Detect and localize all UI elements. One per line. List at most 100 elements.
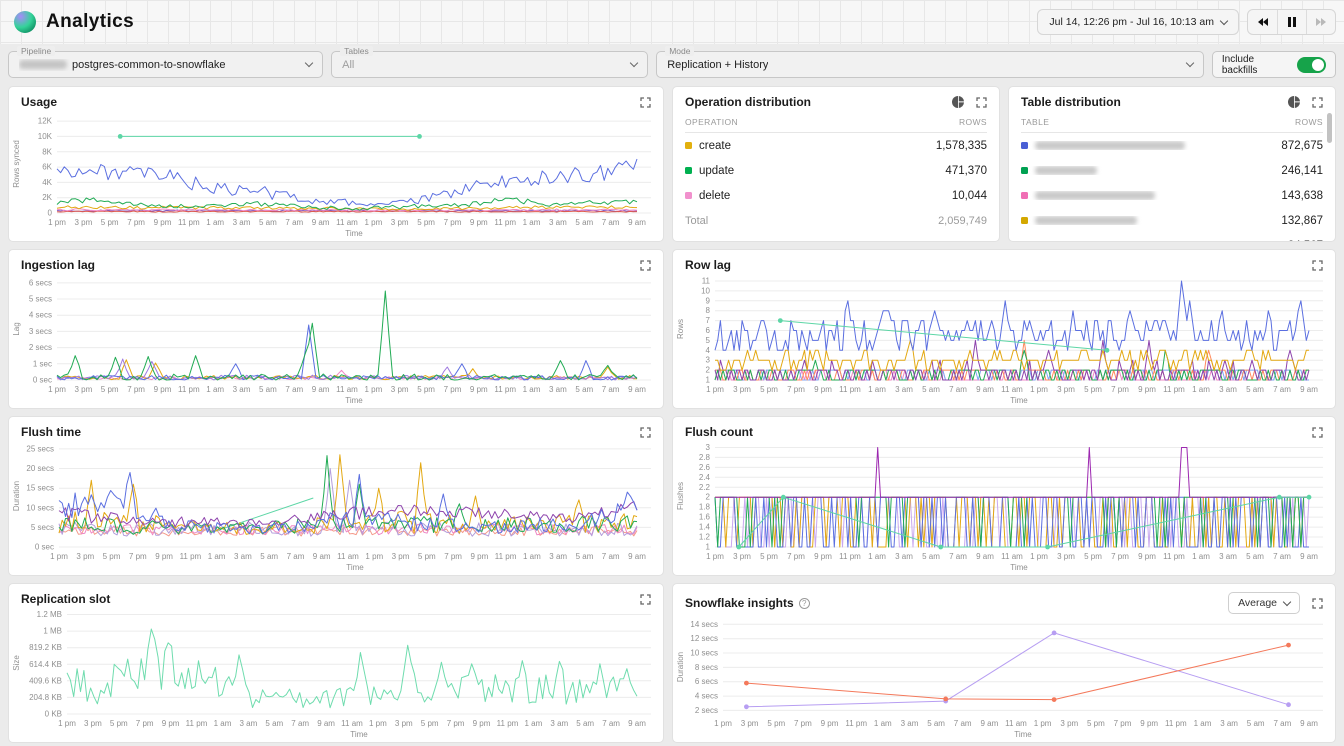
svg-text:11 pm: 11 pm xyxy=(178,218,200,227)
svg-text:1 pm: 1 pm xyxy=(365,385,383,394)
help-icon[interactable]: ? xyxy=(799,598,810,609)
svg-text:1 sec: 1 sec xyxy=(33,359,52,368)
date-range-selector[interactable]: Jul 14, 12:26 pm - Jul 16, 10:13 am xyxy=(1037,9,1239,35)
mode-label: Mode xyxy=(665,46,694,56)
rewind-button[interactable] xyxy=(1248,10,1277,34)
table-row[interactable]: delete10,044 xyxy=(685,183,987,208)
table-row[interactable]: 143,638 xyxy=(1021,183,1323,208)
svg-text:5 am: 5 am xyxy=(576,552,594,561)
pipeline-select[interactable]: Pipeline postgres-common-to-snowflake xyxy=(8,51,323,78)
svg-text:5 am: 5 am xyxy=(259,385,277,394)
svg-text:0 sec: 0 sec xyxy=(33,376,52,385)
svg-text:0: 0 xyxy=(48,209,53,218)
svg-text:1 pm: 1 pm xyxy=(1030,385,1048,394)
snowflake-insights-chart[interactable]: 2 secs4 secs6 secs8 secs10 secs12 secs14… xyxy=(675,614,1331,743)
expand-icon[interactable] xyxy=(1312,97,1323,108)
table-row[interactable]: 132,867 xyxy=(1021,208,1323,233)
svg-text:2 secs: 2 secs xyxy=(695,706,718,715)
svg-text:5 pm: 5 pm xyxy=(767,719,785,728)
flush-time-chart[interactable]: 0 sec5 secs10 secs15 secs20 secs25 secs1… xyxy=(11,439,659,576)
chart-canvas: 02K4K6K8K10K12K1 pm3 pm5 pm7 pm9 pm11 pm… xyxy=(11,109,659,239)
svg-text:Time: Time xyxy=(1010,396,1028,405)
svg-text:3 am: 3 am xyxy=(550,719,568,728)
include-backfills-toggle-box[interactable]: Include backfills xyxy=(1212,51,1336,78)
svg-text:2.8: 2.8 xyxy=(699,453,711,462)
expand-icon[interactable] xyxy=(640,427,651,438)
svg-text:7 am: 7 am xyxy=(287,552,305,561)
table-row[interactable]: update471,370 xyxy=(685,158,987,183)
usage-chart[interactable]: 02K4K6K8K10K12K1 pm3 pm5 pm7 pm9 pm11 pm… xyxy=(11,109,659,242)
table-header: OPERATIONROWS xyxy=(685,111,987,133)
svg-text:3 am: 3 am xyxy=(233,385,251,394)
svg-text:1 pm: 1 pm xyxy=(58,719,76,728)
svg-text:3 pm: 3 pm xyxy=(733,552,751,561)
svg-text:11 pm: 11 pm xyxy=(839,385,861,394)
table-row[interactable]: create1,578,335 xyxy=(685,133,987,158)
svg-text:1 am: 1 am xyxy=(523,385,541,394)
svg-text:11 pm: 11 pm xyxy=(494,218,516,227)
expand-icon[interactable] xyxy=(976,97,987,108)
svg-text:3 am: 3 am xyxy=(240,719,258,728)
svg-text:9 pm: 9 pm xyxy=(473,719,491,728)
svg-text:5 pm: 5 pm xyxy=(1084,385,1102,394)
expand-icon[interactable] xyxy=(1312,260,1323,271)
operation-distribution-table[interactable]: OPERATIONROWScreate1,578,335update471,37… xyxy=(673,109,999,241)
flush-count-chart[interactable]: 11.21.41.61.822.22.42.62.831 pm3 pm5 pm7… xyxy=(675,439,1331,576)
svg-text:11 am: 11 am xyxy=(1001,552,1023,561)
svg-text:6: 6 xyxy=(706,326,711,335)
table-distribution-table[interactable]: TABLEROWS872,675246,141143,638132,86784,… xyxy=(1009,109,1335,241)
table-row[interactable]: 872,675 xyxy=(1021,133,1323,158)
aggregation-select[interactable]: Average xyxy=(1228,592,1300,614)
table-row[interactable]: 84,567 xyxy=(1021,233,1323,241)
svg-text:11 am: 11 am xyxy=(1001,385,1023,394)
svg-text:1.8: 1.8 xyxy=(699,503,711,512)
svg-text:Lag: Lag xyxy=(12,322,21,335)
expand-icon[interactable] xyxy=(640,260,651,271)
svg-text:25 secs: 25 secs xyxy=(26,444,54,453)
mode-select[interactable]: Mode Replication + History xyxy=(656,51,1204,78)
svg-text:9 am: 9 am xyxy=(628,719,646,728)
pie-chart-icon[interactable] xyxy=(1288,96,1300,108)
svg-text:Time: Time xyxy=(345,229,363,238)
pause-button[interactable] xyxy=(1277,10,1306,34)
table-row[interactable]: 246,141 xyxy=(1021,158,1323,183)
scrollbar-thumb[interactable] xyxy=(1327,113,1332,143)
fast-forward-button[interactable] xyxy=(1306,10,1335,34)
expand-icon[interactable] xyxy=(1312,598,1323,609)
svg-text:11 pm: 11 pm xyxy=(497,719,519,728)
card-title: Flush count xyxy=(685,425,753,439)
svg-text:Size: Size xyxy=(12,655,21,671)
svg-text:Time: Time xyxy=(1010,563,1028,572)
tables-select[interactable]: Tables All xyxy=(331,51,648,78)
svg-text:3 am: 3 am xyxy=(1219,385,1237,394)
svg-text:2.4: 2.4 xyxy=(699,473,711,482)
svg-text:Time: Time xyxy=(345,396,363,405)
row-lag-chart[interactable]: 12345678910111 pm3 pm5 pm7 pm9 pm11 pm1 … xyxy=(675,272,1331,409)
svg-text:5 am: 5 am xyxy=(922,385,940,394)
svg-text:10 secs: 10 secs xyxy=(26,503,54,512)
chevron-down-icon xyxy=(1220,16,1228,24)
svg-text:3 pm: 3 pm xyxy=(733,385,751,394)
backfills-toggle[interactable] xyxy=(1297,57,1326,73)
svg-text:3 secs: 3 secs xyxy=(29,327,52,336)
expand-icon[interactable] xyxy=(640,594,651,605)
svg-text:1 am: 1 am xyxy=(525,719,543,728)
card-title: Snowflake insights xyxy=(685,596,794,610)
svg-text:3 am: 3 am xyxy=(549,218,567,227)
svg-text:1 pm: 1 pm xyxy=(1030,552,1048,561)
ingestion-lag-chart[interactable]: 0 sec1 sec2 secs3 secs4 secs5 secs6 secs… xyxy=(11,272,659,409)
svg-text:11 pm: 11 pm xyxy=(178,385,200,394)
replication-slot-chart[interactable]: 0 KB204.8 KB409.6 KB614.4 KB819.2 KB1 MB… xyxy=(11,606,659,743)
expand-icon[interactable] xyxy=(640,97,651,108)
svg-text:9 am: 9 am xyxy=(1300,385,1318,394)
expand-icon[interactable] xyxy=(1312,427,1323,438)
svg-text:3 pm: 3 pm xyxy=(1060,719,1078,728)
svg-text:3 pm: 3 pm xyxy=(391,385,409,394)
svg-text:3 pm: 3 pm xyxy=(76,552,94,561)
pie-chart-icon[interactable] xyxy=(952,96,964,108)
svg-text:7 pm: 7 pm xyxy=(127,385,145,394)
card-title: Usage xyxy=(21,95,57,109)
svg-text:7 am: 7 am xyxy=(949,552,967,561)
fast-forward-icon xyxy=(1321,18,1326,26)
svg-text:7 am: 7 am xyxy=(291,719,309,728)
